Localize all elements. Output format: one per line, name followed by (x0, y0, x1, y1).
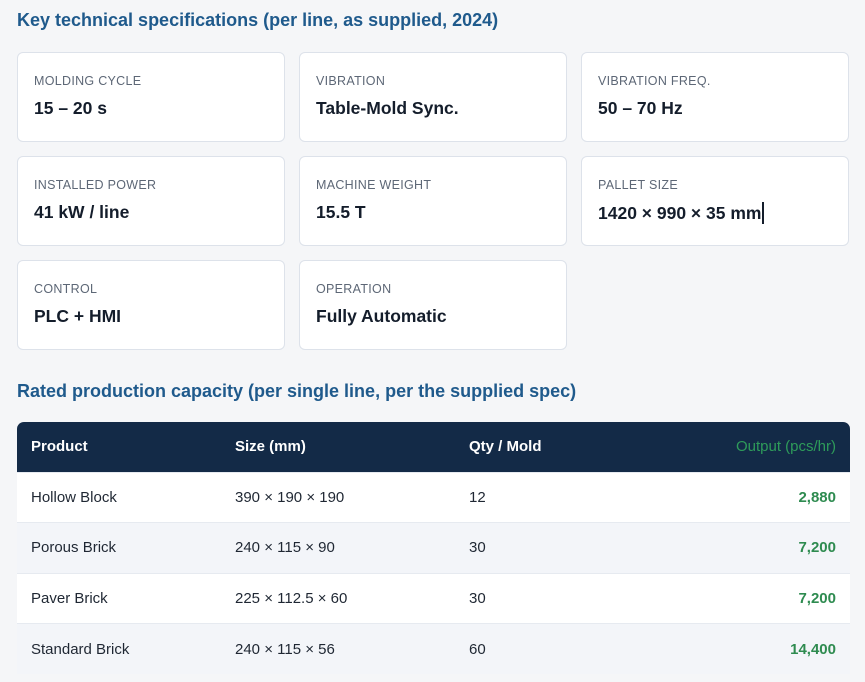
cell-size: 390 × 190 × 190 (235, 488, 345, 506)
cell-output: 7,200 (798, 539, 836, 557)
cell-output: 7,200 (798, 589, 836, 607)
spec-card-label: INSTALLED POWER (34, 178, 157, 192)
spec-card-machine-weight: MACHINE WEIGHT 15.5 T (299, 156, 567, 246)
column-header-output: Output (pcs/hr) (735, 438, 836, 456)
spec-card-control: CONTROL PLC + HMI (17, 260, 285, 350)
cell-product: Porous Brick (31, 539, 117, 557)
spec-card-molding-cycle: MOLDING CYCLE 15 – 20 s (17, 52, 285, 142)
cell-output: 2,880 (798, 488, 836, 506)
capacity-section-title: Rated production capacity (per single li… (17, 381, 577, 401)
spec-card-label: OPERATION (316, 282, 392, 296)
spec-card-value: PLC + HMI (34, 306, 122, 326)
spec-card-label: VIBRATION FREQ. (598, 74, 711, 88)
cell-product: Hollow Block (31, 488, 117, 506)
spec-card-installed-power: INSTALLED POWER 41 kW / line (17, 156, 285, 246)
capacity-table: Product Size (mm) Qty / Mold Output (pcs… (17, 422, 850, 674)
cell-product: Standard Brick (31, 640, 130, 658)
table-header-row: Product Size (mm) Qty / Mold Output (pcs… (17, 422, 850, 472)
spec-card-value: 15 – 20 s (34, 98, 107, 118)
column-header-qty: Qty / Mold (469, 438, 542, 456)
spec-card-operation: OPERATION Fully Automatic (299, 260, 567, 350)
spec-card-label: MACHINE WEIGHT (316, 178, 432, 192)
spec-card-vibration: VIBRATION Table-Mold Sync. (299, 52, 567, 142)
spec-card-label: MOLDING CYCLE (34, 74, 142, 88)
cell-qty: 60 (469, 640, 486, 658)
column-header-size: Size (mm) (235, 438, 306, 456)
cell-size: 240 × 115 × 90 (235, 539, 335, 557)
spec-card-value: 15.5 T (316, 202, 366, 222)
cell-qty: 30 (469, 539, 486, 557)
cell-size: 225 × 112.5 × 60 (235, 589, 348, 607)
text-cursor (762, 202, 764, 224)
cell-qty: 30 (469, 589, 486, 607)
spec-card-value: Table-Mold Sync. (316, 98, 459, 118)
spec-card-label: PALLET SIZE (598, 178, 678, 192)
table-row: Hollow Block 390 × 190 × 190 12 2,880 (17, 472, 850, 523)
spec-card-value: 41 kW / line (34, 202, 130, 222)
cell-qty: 12 (469, 488, 486, 506)
table-row: Paver Brick 225 × 112.5 × 60 30 7,200 (17, 573, 850, 624)
column-header-product: Product (31, 438, 88, 456)
cell-output: 14,400 (790, 640, 836, 658)
spec-card-pallet-size[interactable]: PALLET SIZE 1420 × 990 × 35 mm (581, 156, 849, 246)
spec-card-value: Fully Automatic (316, 306, 447, 326)
cell-product: Paver Brick (31, 589, 108, 607)
spec-card-label: VIBRATION (316, 74, 386, 88)
specs-section-title: Key technical specifications (per line, … (17, 10, 499, 30)
capacity-table-container: Product Size (mm) Qty / Mold Output (pcs… (17, 422, 850, 674)
spec-page: Key technical specifications (per line, … (0, 0, 865, 682)
spec-card-value-editable[interactable]: 1420 × 990 × 35 mm (598, 202, 832, 224)
spec-card-vibration-freq: VIBRATION FREQ. 50 – 70 Hz (581, 52, 849, 142)
table-row: Porous Brick 240 × 115 × 90 30 7,200 (17, 522, 850, 573)
spec-card-value: 50 – 70 Hz (598, 98, 683, 118)
spec-cards-grid: MOLDING CYCLE 15 – 20 s VIBRATION Table-… (17, 52, 850, 350)
spec-card-label: CONTROL (34, 282, 98, 296)
table-row: Standard Brick 240 × 115 × 56 60 14,400 (17, 623, 850, 674)
spec-card-value-text: 1420 × 990 × 35 mm (598, 203, 762, 223)
cell-size: 240 × 115 × 56 (235, 640, 335, 658)
